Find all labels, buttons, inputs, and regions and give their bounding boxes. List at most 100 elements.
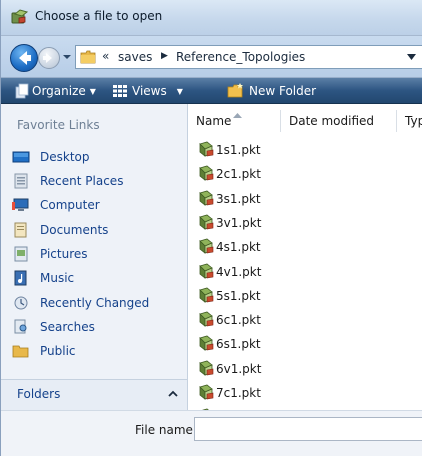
sidebar-item-pictures[interactable]: Pictures [12, 243, 182, 265]
packet-tracer-file-icon [199, 190, 214, 206]
navigation-pane: Favorite Links Desktop Recent Places Com… [1, 104, 188, 410]
sidebar-item-computer[interactable]: Computer [12, 194, 182, 216]
file-row[interactable]: 6c1.pkt [196, 309, 276, 331]
sidebar-item-label: Pictures [40, 247, 88, 261]
sidebar-item-label: Public [40, 344, 76, 358]
documents-icon [14, 222, 27, 238]
views-caret: ▼ [176, 87, 183, 96]
sidebar-item-label: Documents [40, 223, 109, 237]
recent-pages-dropdown[interactable] [62, 50, 72, 64]
recent-places-icon [14, 173, 28, 189]
packet-tracer-file-icon [199, 360, 214, 376]
packet-tracer-file-icon [199, 384, 214, 400]
breadcrumb-saves[interactable]: saves [118, 50, 152, 64]
organize-icon [15, 83, 29, 99]
file-list-pane: Name Date modified Typ 1s1.pkt 2c1.pkt 3s1… [188, 104, 422, 424]
title-bar[interactable]: Choose a file to open [1, 0, 422, 36]
file-name: 1s1.pkt [216, 143, 261, 157]
organize-button[interactable]: Organize ▼ [15, 78, 96, 104]
sidebar-item-documents[interactable]: Documents [12, 219, 182, 241]
back-arrow-icon [19, 51, 31, 65]
packet-tracer-icon [11, 9, 29, 24]
folder-icon [80, 50, 96, 64]
public-folder-icon [12, 345, 29, 358]
music-icon [14, 270, 27, 286]
new-folder-icon [227, 83, 243, 98]
views-label: Views [132, 84, 167, 98]
address-overflow-chevron[interactable]: « [102, 49, 109, 63]
recently-changed-icon [14, 296, 28, 310]
sidebar-item-label: Searches [40, 320, 95, 334]
file-name: 6v1.pkt [216, 362, 262, 376]
chevron-down-icon [407, 54, 416, 60]
file-row[interactable]: 4s1.pkt [196, 236, 276, 258]
views-icon [113, 85, 127, 97]
chevron-down-icon [63, 55, 71, 59]
breadcrumb-reference-topologies[interactable]: Reference_Topologies [176, 50, 305, 64]
navigation-bar: « saves ▶ Reference_Topologies [1, 36, 422, 78]
desktop-icon [12, 151, 30, 163]
sidebar-item-public[interactable]: Public [12, 340, 182, 362]
file-row[interactable]: 3v1.pkt [196, 212, 276, 234]
new-folder-button[interactable]: New Folder [227, 78, 316, 104]
packet-tracer-file-icon [199, 311, 214, 327]
file-row[interactable]: 7c1.pkt [196, 382, 276, 404]
address-bar[interactable]: « saves ▶ Reference_Topologies [75, 45, 422, 69]
file-row[interactable]: 6s1.pkt [196, 333, 276, 355]
file-row[interactable]: 3s1.pkt [196, 188, 276, 210]
sidebar-item-desktop[interactable]: Desktop [12, 146, 182, 168]
command-toolbar: Organize ▼ Views ▼ New Folder [1, 78, 422, 104]
folders-toggle[interactable]: Folders [1, 379, 188, 410]
file-name: 2c1.pkt [216, 167, 261, 181]
breadcrumb-separator[interactable]: ▶ [161, 51, 168, 61]
column-header-date-modified[interactable]: Date modified [281, 110, 397, 132]
sidebar-item-label: Recent Places [40, 174, 124, 188]
favorite-links-heading: Favorite Links [17, 118, 100, 132]
file-name-input[interactable] [194, 417, 422, 441]
packet-tracer-file-icon [199, 335, 214, 351]
file-name: 4v1.pkt [216, 265, 262, 279]
packet-tracer-file-icon [199, 287, 214, 303]
sort-ascending-icon [233, 113, 242, 118]
packet-tracer-file-icon [199, 141, 214, 157]
file-name: 3s1.pkt [216, 192, 261, 206]
forward-button[interactable] [38, 47, 60, 69]
open-file-dialog: Choose a file to open « saves ▶ Referenc… [0, 0, 422, 456]
file-row[interactable]: 5s1.pkt [196, 285, 276, 307]
packet-tracer-file-icon [199, 165, 214, 181]
packet-tracer-file-icon [199, 238, 214, 254]
file-row[interactable]: 6v1.pkt [196, 358, 276, 380]
sidebar-item-searches[interactable]: Searches [12, 316, 182, 338]
organize-caret: ▼ [89, 87, 96, 96]
column-header-name[interactable]: Name [188, 110, 281, 132]
sidebar-item-music[interactable]: Music [12, 267, 182, 289]
file-name: 4s1.pkt [216, 240, 261, 254]
packet-tracer-file-icon [199, 263, 214, 279]
file-name: 7c1.pkt [216, 386, 261, 400]
file-row[interactable]: 2c1.pkt [196, 163, 276, 185]
file-name-label: File name: [135, 423, 197, 437]
window-title: Choose a file to open [35, 9, 163, 23]
back-button[interactable] [10, 44, 38, 72]
column-header-label: Typ [405, 114, 422, 128]
sidebar-item-label: Computer [40, 198, 100, 212]
sidebar-item-label: Recently Changed [40, 296, 150, 310]
column-header-type[interactable]: Typ [397, 110, 422, 132]
sidebar-item-recently-changed[interactable]: Recently Changed [12, 292, 182, 314]
views-button[interactable]: Views ▼ [113, 78, 183, 104]
file-row[interactable]: 4v1.pkt [196, 261, 276, 283]
folders-label: Folders [17, 387, 61, 401]
address-dropdown[interactable] [407, 54, 416, 60]
sidebar-item-label: Music [40, 271, 75, 285]
sidebar-item-label: Desktop [40, 150, 90, 164]
packet-tracer-file-icon [199, 214, 214, 230]
chevron-up-icon [168, 390, 178, 397]
pictures-icon [14, 246, 28, 262]
file-row[interactable]: 1s1.pkt [196, 139, 276, 161]
column-header-label: Date modified [289, 114, 375, 128]
file-name: 6s1.pkt [216, 337, 261, 351]
sidebar-item-recent-places[interactable]: Recent Places [12, 170, 182, 192]
file-name: 6c1.pkt [216, 313, 261, 327]
file-name-area: File name: [1, 410, 422, 456]
organize-label: Organize [32, 84, 86, 98]
